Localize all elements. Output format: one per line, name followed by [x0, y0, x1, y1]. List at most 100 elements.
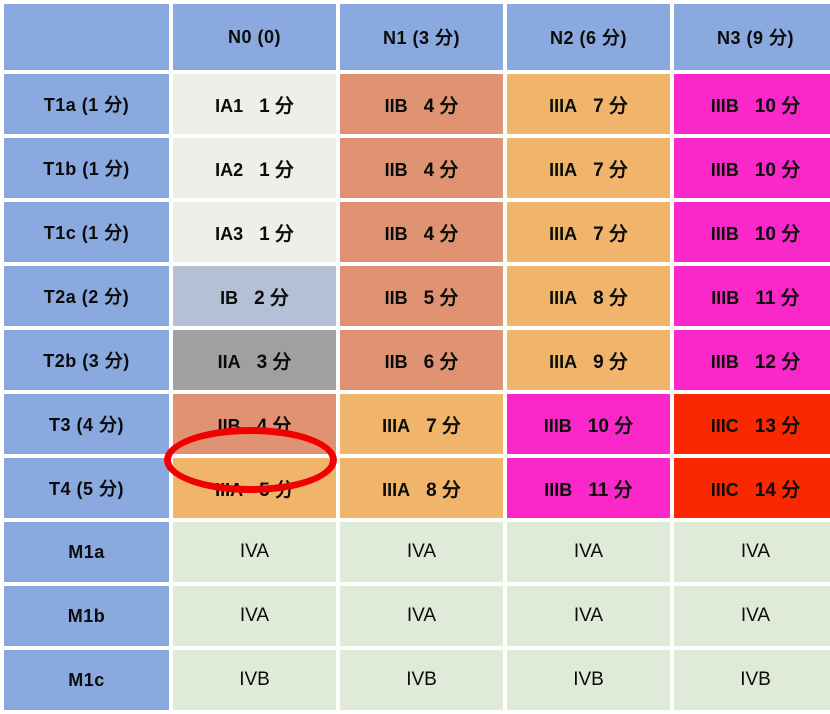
- cell-t2b-n0: IIA 3 分: [173, 330, 336, 390]
- cell-score-label: 13 分: [754, 415, 801, 437]
- cell-stage-label: IIIA: [215, 479, 244, 500]
- tnm-staging-table: N0 (0) N1 (3 分) N2 (6 分) N3 (9 分) T1a (1…: [0, 0, 830, 714]
- cell-stage-label: IIB: [384, 223, 408, 244]
- cell-stage-label: IIB: [384, 287, 408, 308]
- cell-stage-label: IIIB: [543, 415, 572, 436]
- cell-score-label: 10 分: [754, 223, 801, 245]
- cell-t2a-n1: IIB 5 分: [340, 266, 503, 326]
- cell-stage-label: IB: [220, 287, 239, 308]
- cell-stage-label: IIIB: [710, 223, 739, 244]
- cell-score-label: 10 分: [754, 95, 801, 117]
- header-row: N0 (0) N1 (3 分) N2 (6 分) N3 (9 分): [4, 4, 830, 70]
- cell-t1c-n0: IA3 1 分: [173, 202, 336, 262]
- table-header: N0 (0) N1 (3 分) N2 (6 分) N3 (9 分): [4, 4, 830, 70]
- cell-score-label: 1 分: [259, 95, 294, 117]
- cell-score-label: 10 分: [754, 159, 801, 181]
- cell-stage-label: IIIB: [710, 95, 739, 116]
- cell-stage-label: IIIA: [549, 287, 578, 308]
- row-header-t1b: T1b (1 分): [4, 138, 169, 198]
- cell-t4-n1: IIIA 8 分: [340, 458, 503, 518]
- cell-stage-label: IVA: [406, 605, 437, 626]
- table-row: M1c IVB IVB IVB IVB: [4, 650, 830, 710]
- cell-stage-label: IVB: [573, 669, 604, 690]
- cell-t1c-n1: IIB 4 分: [340, 202, 503, 262]
- cell-t1b-n3: IIIB 10 分: [674, 138, 830, 198]
- cell-stage-label: IIB: [384, 351, 408, 372]
- cell-score-label: 7 分: [593, 223, 628, 245]
- cell-stage-label: IIB: [217, 415, 241, 436]
- cell-score-label: 11 分: [588, 479, 633, 501]
- cell-stage-label: IIIA: [549, 351, 578, 372]
- cell-stage-label: IIIB: [544, 479, 573, 500]
- table-row: T2b (3 分) IIA 3 分 IIB 6 分 IIIA 9 分 IIIB 12 分: [4, 330, 830, 390]
- cell-t4-n2: IIIB 11 分: [507, 458, 670, 518]
- cell-m1a-n2: IVA: [507, 522, 670, 582]
- cell-t1a-n2: IIIA 7 分: [507, 74, 670, 134]
- row-header-t2a: T2a (2 分): [4, 266, 169, 326]
- cell-t1a-n3: IIIB 10 分: [674, 74, 830, 134]
- cell-t2a-n3: IIIB 11 分: [674, 266, 830, 326]
- cell-score-label: 5 分: [259, 479, 294, 501]
- cell-stage-label: IVB: [740, 669, 771, 690]
- cell-m1a-n1: IVA: [340, 522, 503, 582]
- cell-t3-n0: IIB 4 分: [173, 394, 336, 454]
- tnm-staging-chart: N0 (0) N1 (3 分) N2 (6 分) N3 (9 分) T1a (1…: [0, 0, 830, 710]
- row-header-t3: T3 (4 分): [4, 394, 169, 454]
- cell-stage-label: IIA: [217, 351, 241, 372]
- table-row: T3 (4 分) IIB 4 分 IIIA 7 分 IIIB 10 分 IIIC 13 …: [4, 394, 830, 454]
- column-header-n1: N1 (3 分): [340, 4, 503, 70]
- cell-score-label: 12 分: [754, 351, 801, 373]
- table-row: T4 (5 分) IIIA 5 分 IIIA 8 分 IIIB 11 分 IIIC 14…: [4, 458, 830, 518]
- cell-stage-label: IA1: [215, 95, 244, 116]
- cell-stage-label: IIIA: [382, 415, 411, 436]
- cell-score-label: 7 分: [593, 159, 628, 181]
- cell-m1c-n0: IVB: [173, 650, 336, 710]
- table-row: T1b (1 分) IA2 1 分 IIB 4 分 IIIA 7 分 IIIB 10 分: [4, 138, 830, 198]
- cell-stage-label: IIIB: [711, 287, 740, 308]
- row-header-t4: T4 (5 分): [4, 458, 169, 518]
- cell-m1a-n3: IVA: [674, 522, 830, 582]
- cell-t3-n3: IIIC 13 分: [674, 394, 830, 454]
- cell-stage-label: IIIC: [710, 479, 739, 500]
- cell-score-label: 8 分: [593, 287, 628, 309]
- row-header-m1b: M1b: [4, 586, 169, 646]
- cell-t4-n0-highlighted: IIIA 5 分: [173, 458, 336, 518]
- table-corner-cell: [4, 4, 169, 70]
- cell-stage-label: IIB: [384, 159, 408, 180]
- cell-t1b-n0: IA2 1 分: [173, 138, 336, 198]
- table-row: T1c (1 分) IA3 1 分 IIB 4 分 IIIA 7 分 IIIB 10 分: [4, 202, 830, 262]
- cell-t2b-n1: IIB 6 分: [340, 330, 503, 390]
- cell-stage-label: IA3: [215, 223, 244, 244]
- cell-t4-n3: IIIC 14 分: [674, 458, 830, 518]
- table-row: M1b IVA IVA IVA IVA: [4, 586, 830, 646]
- cell-m1c-n2: IVB: [507, 650, 670, 710]
- cell-t3-n2: IIIB 10 分: [507, 394, 670, 454]
- cell-score-label: 8 分: [426, 479, 461, 501]
- table-row: M1a IVA IVA IVA IVA: [4, 522, 830, 582]
- cell-m1a-n0: IVA: [173, 522, 336, 582]
- cell-score-label: 6 分: [423, 351, 459, 373]
- cell-m1b-n1: IVA: [340, 586, 503, 646]
- cell-score-label: 4 分: [423, 95, 459, 117]
- table-row: T2a (2 分) IB 2 分 IIB 5 分 IIIA 8 分 IIIB 11 分: [4, 266, 830, 326]
- cell-score-label: 7 分: [426, 415, 461, 437]
- cell-t2b-n2: IIIA 9 分: [507, 330, 670, 390]
- cell-m1b-n2: IVA: [507, 586, 670, 646]
- cell-t1a-n0: IA1 1 分: [173, 74, 336, 134]
- cell-score-label: 4 分: [423, 223, 459, 245]
- cell-score-label: 11 分: [755, 287, 800, 309]
- row-header-t1a: T1a (1 分): [4, 74, 169, 134]
- row-header-t2b: T2b (3 分): [4, 330, 169, 390]
- cell-t1a-n1: IIB 4 分: [340, 74, 503, 134]
- cell-t1b-n2: IIIA 7 分: [507, 138, 670, 198]
- cell-stage-label: IA2: [215, 159, 244, 180]
- cell-t2a-n0: IB 2 分: [173, 266, 336, 326]
- cell-score-label: 9 分: [593, 351, 628, 373]
- cell-stage-label: IVA: [406, 541, 437, 562]
- cell-t1b-n1: IIB 4 分: [340, 138, 503, 198]
- cell-score-label: 7 分: [593, 95, 628, 117]
- cell-stage-label: IVA: [573, 541, 604, 562]
- cell-m1b-n0: IVA: [173, 586, 336, 646]
- cell-t2b-n3: IIIB 12 分: [674, 330, 830, 390]
- cell-stage-label: IVA: [239, 541, 270, 562]
